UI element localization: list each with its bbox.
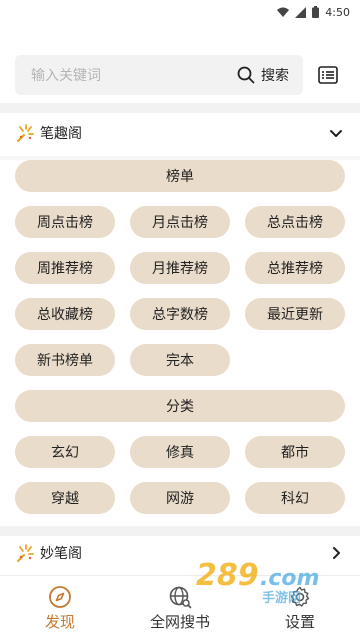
settings-icon (290, 586, 310, 607)
search-button-label: 搜索 (261, 68, 289, 84)
nav-label: 发现 (44, 612, 75, 631)
rank-item[interactable]: 总收藏榜 (15, 298, 115, 330)
nav-web-search[interactable]: 全网搜书 (120, 585, 240, 632)
source-content: 榜单 周点击榜 月点击榜 总点击榜 周推荐榜 月推荐榜 总推荐榜 总收藏榜 总字… (15, 160, 345, 528)
category-item[interactable]: 科幻 (245, 482, 345, 514)
status-bar: 4:50 (0, 0, 360, 24)
nav-settings[interactable]: 设置 (240, 585, 360, 632)
bottom-nav: 发现 全网搜书 设置 (0, 575, 360, 640)
rank-item[interactable]: 周推荐榜 (15, 252, 115, 284)
status-time: 4:50 (325, 5, 350, 19)
search-input[interactable]: 输入关键词 搜索 (15, 55, 303, 95)
search-row: 输入关键词 搜索 (15, 55, 345, 95)
nav-discover[interactable]: 发现 (0, 585, 120, 632)
section-title: 妙笔阁 (40, 545, 82, 562)
category-item[interactable]: 穿越 (15, 482, 115, 514)
battery-icon (312, 6, 320, 18)
search-placeholder: 输入关键词 (31, 68, 101, 84)
wifi-icon (277, 7, 290, 17)
category-item[interactable]: 修真 (130, 436, 230, 468)
rank-item[interactable]: 总字数榜 (130, 298, 230, 330)
chevron-down-icon (330, 130, 342, 137)
list-menu-button[interactable] (317, 65, 339, 85)
rank-item[interactable]: 总点击榜 (245, 206, 345, 238)
group-header-rankings[interactable]: 榜单 (15, 160, 345, 192)
category-item[interactable]: 都市 (245, 436, 345, 468)
rank-item[interactable]: 最近更新 (245, 298, 345, 330)
source-header-miaobige[interactable]: 妙笔阁 (0, 530, 360, 575)
category-item[interactable]: 网游 (130, 482, 230, 514)
signal-icon (295, 6, 307, 18)
list-icon (318, 66, 338, 84)
compass-icon (49, 585, 71, 608)
nav-label: 设置 (284, 612, 315, 631)
rankings-grid: 周点击榜 月点击榜 总点击榜 周推荐榜 月推荐榜 总推荐榜 总收藏榜 总字数榜 … (15, 206, 345, 376)
group-header-categories[interactable]: 分类 (15, 390, 345, 422)
search-icon (237, 66, 255, 84)
sparkle-icon (16, 124, 34, 143)
chevron-right-icon (333, 546, 340, 559)
source-header-biquge[interactable]: 笔趣阁 (0, 110, 360, 156)
rank-item[interactable]: 周点击榜 (15, 206, 115, 238)
section-title: 笔趣阁 (40, 126, 82, 142)
nav-label: 全网搜书 (149, 612, 210, 631)
search-button[interactable]: 搜索 (237, 65, 289, 85)
categories-grid: 玄幻 修真 都市 穿越 网游 科幻 (15, 436, 345, 514)
sparkle-icon (16, 543, 34, 562)
rank-item[interactable]: 总推荐榜 (245, 252, 345, 284)
category-item[interactable]: 玄幻 (15, 436, 115, 468)
rank-item[interactable]: 月点击榜 (130, 206, 230, 238)
rank-item[interactable]: 月推荐榜 (130, 252, 230, 284)
globe-search-icon (169, 586, 192, 608)
rank-item[interactable]: 新书榜单 (15, 344, 115, 376)
rank-item[interactable]: 完本 (130, 344, 230, 376)
